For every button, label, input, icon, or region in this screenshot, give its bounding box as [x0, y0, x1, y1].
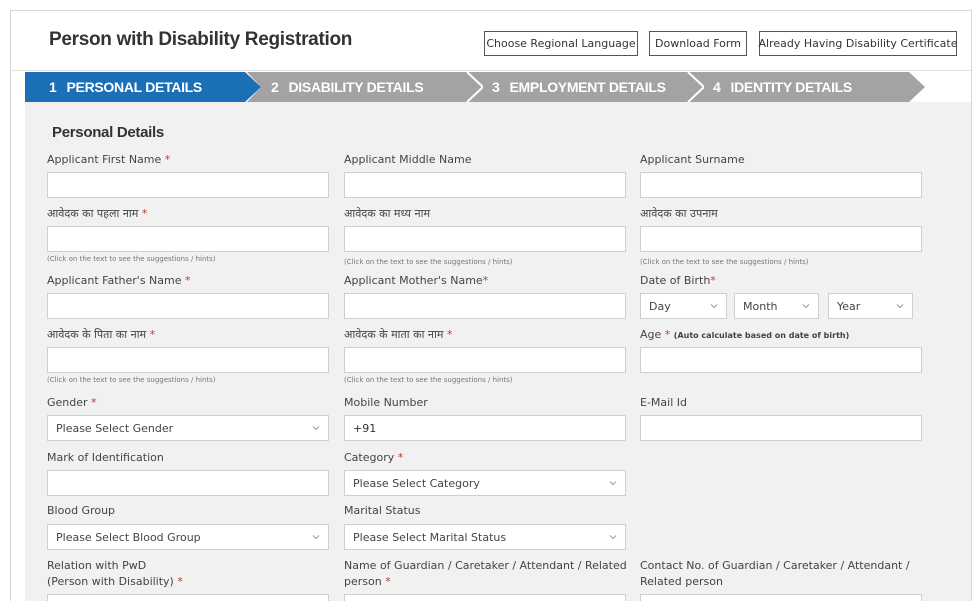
suggestion-hint[interactable]: (Click on the text to see the suggestion… — [640, 258, 809, 266]
first-name-label: Applicant First Name * — [47, 153, 171, 166]
step-disability-details[interactable]: 2 DISABILITY DETAILS — [247, 72, 483, 102]
step-number: 1 — [49, 79, 57, 95]
step-number: 2 — [271, 79, 279, 95]
choose-regional-language-button[interactable]: Choose Regional Language — [484, 31, 638, 56]
mother-name-hindi-input[interactable] — [344, 347, 626, 373]
step-number: 3 — [492, 79, 500, 95]
section-title: Personal Details — [52, 124, 164, 141]
dob-year-select[interactable]: Year — [828, 293, 913, 319]
already-having-certificate-button[interactable]: Already Having Disability Certificate — [759, 31, 958, 56]
middle-name-hindi-input[interactable] — [344, 226, 626, 252]
suggestion-hint[interactable]: (Click on the text to see the suggestion… — [344, 376, 513, 384]
mother-name-input[interactable] — [344, 293, 626, 319]
suggestion-hint[interactable]: (Click on the text to see the suggestion… — [47, 376, 216, 384]
wizard-steps: 4 IDENTITY DETAILS 3 EMPLOYMENT DETAILS 2D… — [11, 70, 971, 102]
relation-label: Relation with PwD (Person with Disability… — [47, 559, 183, 588]
email-label: E-Mail Id — [640, 396, 687, 409]
chevron-down-icon — [609, 481, 617, 486]
mother-name-hindi-label: आवेदक के माता का नाम * — [344, 328, 453, 341]
step-label: DISABILITY DETAILS — [288, 79, 424, 95]
mobile-label: Mobile Number — [344, 396, 428, 409]
surname-hindi-input[interactable] — [640, 226, 922, 252]
page-title: Person with Disability Registration — [49, 29, 353, 50]
first-name-hindi-label: आवेदक का पहला नाम * — [47, 207, 148, 220]
father-name-label: Applicant Father's Name * — [47, 274, 191, 287]
step-label: EMPLOYMENT DETAILS — [509, 79, 666, 95]
email-input[interactable] — [640, 415, 922, 441]
dob-day-select[interactable]: Day — [640, 293, 727, 319]
download-form-button[interactable]: Download Form — [649, 31, 747, 56]
guardian-contact-label: Contact No. of Guardian / Caretaker / At… — [640, 559, 910, 588]
chevron-down-icon — [896, 304, 904, 309]
step-personal-details[interactable]: 1 PERSONAL DETAILS — [25, 72, 261, 102]
marital-status-select[interactable]: Please Select Marital Status — [344, 524, 626, 550]
guardian-contact-input[interactable] — [640, 594, 922, 601]
step-label: PERSONAL DETAILS — [66, 79, 203, 95]
step-identity-details[interactable]: 4 IDENTITY DETAILS — [689, 72, 925, 102]
gender-label: Gender * — [47, 396, 97, 409]
chevron-down-icon — [312, 426, 320, 431]
suggestion-hint[interactable]: (Click on the text to see the suggestion… — [47, 255, 216, 263]
father-name-hindi-label: आवेदक के पिता का नाम * — [47, 328, 156, 341]
chevron-down-icon — [710, 304, 718, 309]
dob-label: Date of Birth* — [640, 274, 716, 287]
chevron-down-icon — [609, 535, 617, 540]
age-note: (Auto calculate based on date of birth) — [673, 331, 850, 340]
page-header: Person with Disability Registration Choo… — [11, 11, 971, 71]
blood-group-select[interactable]: Please Select Blood Group — [47, 524, 329, 550]
surname-input[interactable] — [640, 172, 922, 198]
chevron-down-icon — [802, 304, 810, 309]
blood-group-label: Blood Group — [47, 504, 116, 517]
step-employment-details[interactable]: 3 EMPLOYMENT DETAILS — [468, 72, 704, 102]
guardian-name-label: Name of Guardian / Caretaker / Attendant… — [344, 559, 627, 588]
dob-month-select[interactable]: Month — [734, 293, 819, 319]
father-name-hindi-input[interactable] — [47, 347, 329, 373]
middle-name-hindi-label: आवेदक का मध्य नाम — [344, 207, 431, 220]
step-number: 4 — [713, 79, 721, 95]
mobile-input[interactable]: +91 — [344, 415, 626, 441]
mother-name-label: Applicant Mother's Name* — [344, 274, 489, 287]
marital-status-label: Marital Status — [344, 504, 421, 517]
relation-input[interactable] — [47, 594, 329, 601]
category-label: Category * — [344, 451, 404, 464]
age-label: Age * (Auto calculate based on date of b… — [640, 328, 850, 341]
surname-label: Applicant Surname — [640, 153, 745, 166]
first-name-hindi-input[interactable] — [47, 226, 329, 252]
step-label: IDENTITY DETAILS — [730, 79, 853, 95]
category-select[interactable]: Please Select Category — [344, 470, 626, 496]
mark-identification-label: Mark of Identification — [47, 451, 164, 464]
guardian-name-input[interactable] — [344, 594, 626, 601]
middle-name-input[interactable] — [344, 172, 626, 198]
gender-select[interactable]: Please Select Gender — [47, 415, 329, 441]
middle-name-label: Applicant Middle Name — [344, 153, 472, 166]
first-name-input[interactable] — [47, 172, 329, 198]
surname-hindi-label: आवेदक का उपनाम — [640, 207, 718, 220]
age-input — [640, 347, 922, 373]
mark-identification-input[interactable] — [47, 470, 329, 496]
suggestion-hint[interactable]: (Click on the text to see the suggestion… — [344, 258, 513, 266]
father-name-input[interactable] — [47, 293, 329, 319]
chevron-down-icon — [312, 535, 320, 540]
